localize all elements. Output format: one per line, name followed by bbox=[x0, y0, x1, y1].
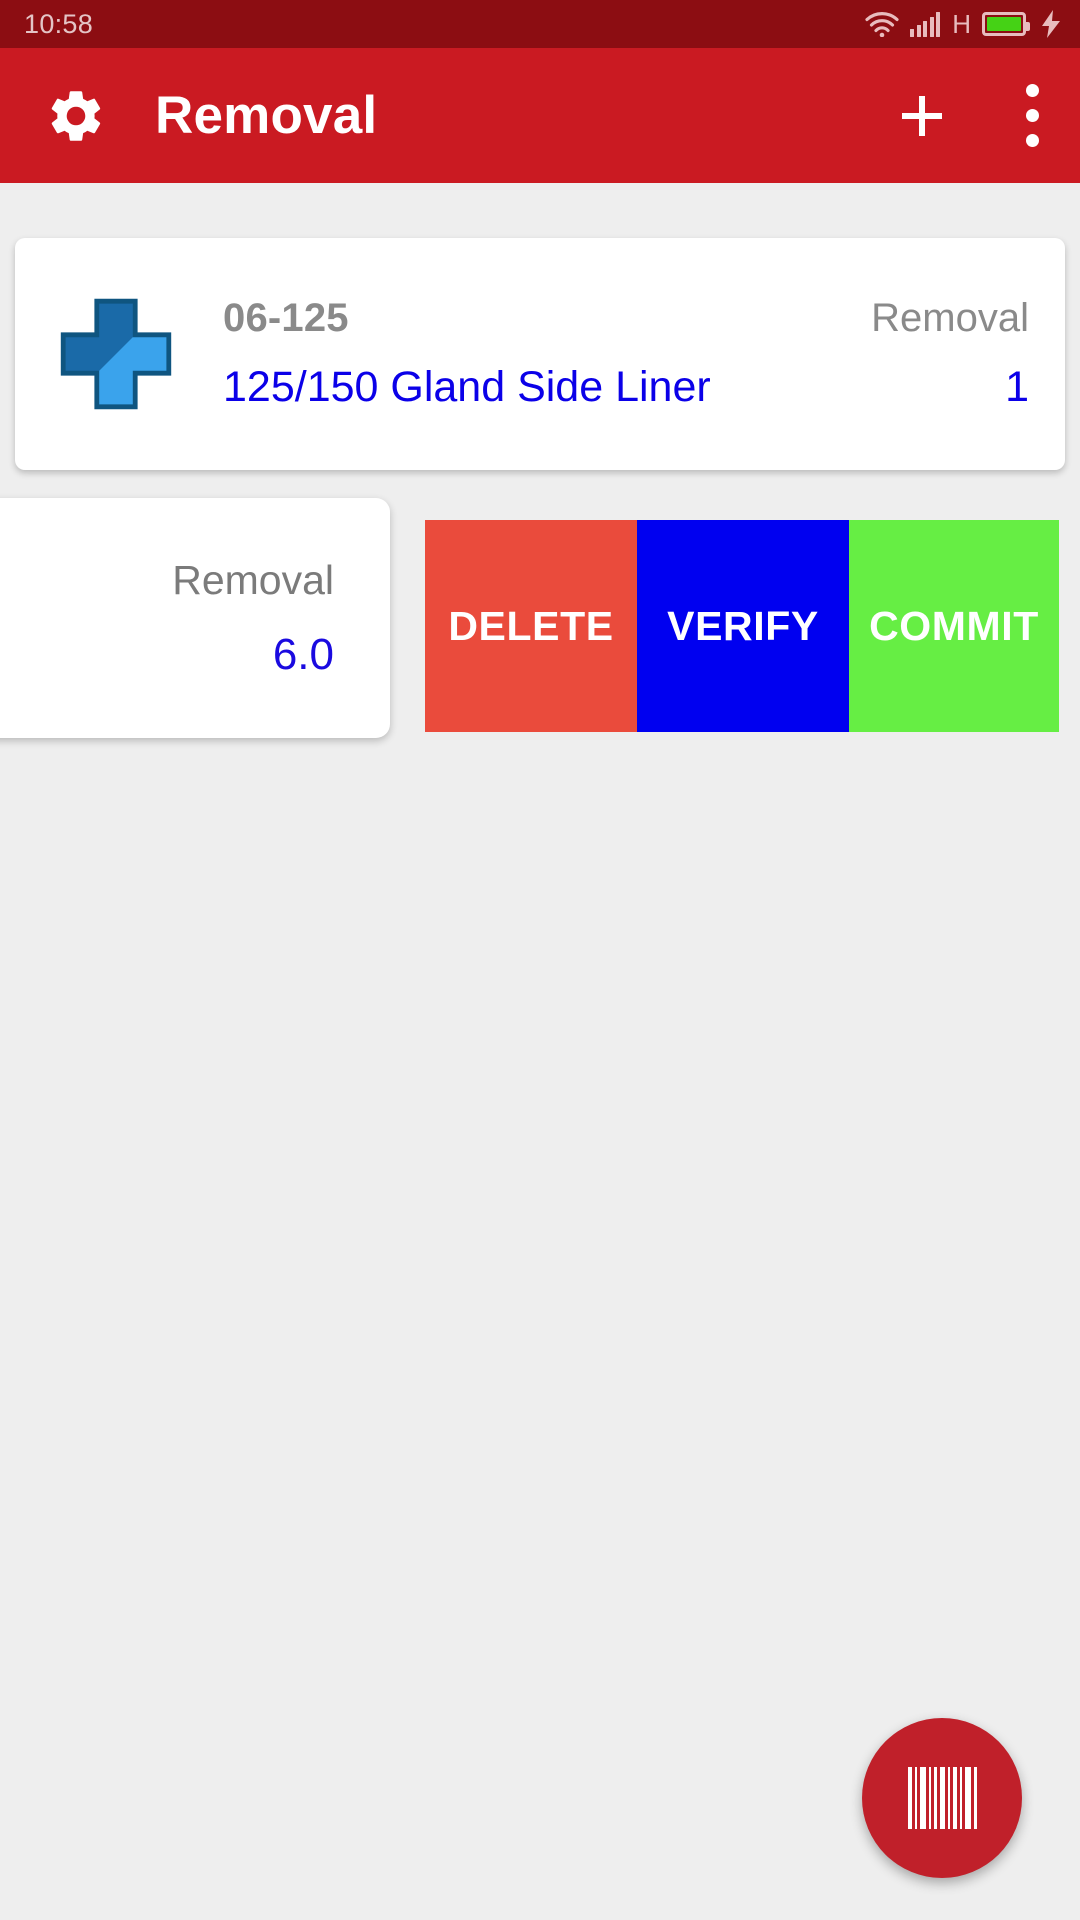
plus-icon[interactable] bbox=[892, 86, 952, 146]
app-bar: Removal bbox=[0, 48, 1080, 183]
overflow-menu-icon[interactable] bbox=[1012, 84, 1052, 147]
item-card-row-top: 06-125 Removal bbox=[223, 296, 1029, 341]
commit-button[interactable]: COMMIT bbox=[849, 520, 1059, 732]
item-quantity: 1 bbox=[1005, 363, 1029, 411]
item-card[interactable]: 06-125 Removal 125/150 Gland Side Liner … bbox=[15, 238, 1065, 470]
item-card-text: 06-125 Removal 125/150 Gland Side Liner … bbox=[223, 296, 1029, 412]
status-icon-tray: H bbox=[865, 10, 1062, 38]
status-bar: 10:58 H bbox=[0, 0, 1080, 48]
verify-button[interactable]: VERIFY bbox=[637, 520, 849, 732]
item-transaction-type: Removal bbox=[871, 296, 1029, 340]
app-bar-actions bbox=[892, 84, 1052, 147]
blue-cross-icon bbox=[51, 289, 181, 419]
item-card-row-bottom: 125/150 Gland Side Liner 1 bbox=[223, 363, 1029, 412]
signal-bars-icon bbox=[910, 11, 941, 37]
status-time: 10:58 bbox=[24, 8, 94, 39]
item-code: 06-125 bbox=[223, 296, 349, 340]
scan-barcode-fab[interactable] bbox=[862, 1718, 1022, 1878]
delete-button[interactable]: DELETE bbox=[425, 520, 637, 732]
action-button-group: DELETE VERIFY COMMIT bbox=[425, 520, 1059, 732]
gear-icon[interactable] bbox=[45, 85, 107, 147]
barcode-icon bbox=[907, 1767, 977, 1829]
quantity-card-label: Removal bbox=[172, 556, 334, 603]
network-type-label: H bbox=[952, 9, 971, 39]
page-title: Removal bbox=[155, 86, 378, 145]
item-description: 125/150 Gland Side Liner bbox=[223, 363, 711, 411]
charging-bolt-icon bbox=[1042, 10, 1060, 38]
quantity-card-value: 6.0 bbox=[272, 629, 334, 679]
wifi-icon bbox=[865, 12, 899, 37]
quantity-card[interactable]: Removal 6.0 bbox=[0, 498, 390, 738]
battery-icon bbox=[982, 12, 1030, 36]
